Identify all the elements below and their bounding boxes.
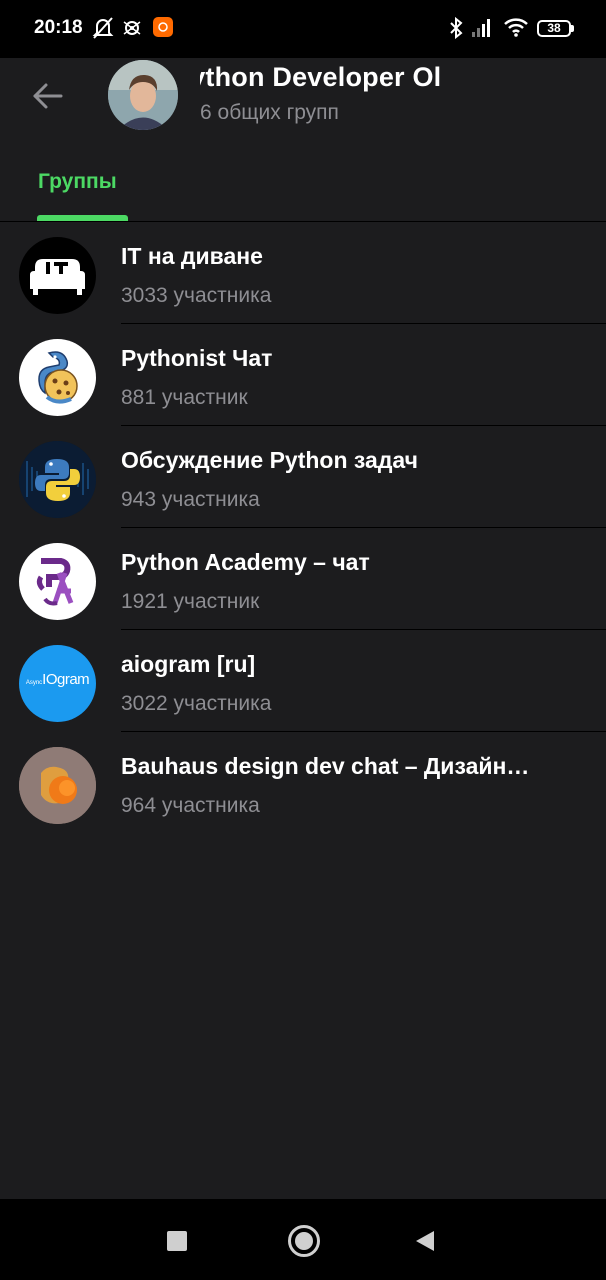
bauhaus-avatar bbox=[19, 747, 96, 824]
status-time: 20:18 bbox=[34, 17, 83, 38]
bluetooth-icon bbox=[450, 16, 463, 40]
group-name: Обсуждение Python задач bbox=[121, 447, 418, 473]
aiogram-logo-small: Async bbox=[25, 680, 43, 686]
group-members: 1921 участник bbox=[121, 590, 260, 613]
group-name: Pythonist Чат bbox=[121, 345, 273, 371]
signal-icon bbox=[472, 19, 490, 37]
aiogram-avatar: AsyncIOgram bbox=[19, 645, 96, 722]
list-item[interactable]: Pythonist Чат 881 участник bbox=[0, 324, 606, 426]
back-triangle-icon[interactable] bbox=[414, 1229, 436, 1253]
recents-button[interactable] bbox=[167, 1231, 187, 1251]
tab-groups[interactable]: Группы bbox=[38, 170, 117, 194]
group-name: aiogram [ru] bbox=[121, 651, 256, 677]
groups-list: IT на диване 3033 участника Pythonist Ча… bbox=[0, 222, 606, 834]
list-item[interactable]: Python Academy – чат 1921 участник bbox=[0, 528, 606, 630]
group-name: Python Academy – чат bbox=[121, 549, 370, 575]
group-members: 3033 участника bbox=[121, 284, 272, 307]
list-item[interactable]: Bauhaus design dev chat – Дизайн… 964 уч… bbox=[0, 732, 606, 834]
battery-tip bbox=[571, 25, 574, 32]
group-members: 943 участника bbox=[121, 488, 260, 511]
profile-title: Python Developer Oleh Kopylov bbox=[200, 62, 442, 92]
sofa-it-avatar bbox=[19, 237, 96, 314]
home-button[interactable] bbox=[288, 1225, 320, 1257]
academy-logo-icon bbox=[36, 558, 74, 606]
sofa-icon bbox=[30, 259, 85, 295]
app-notification-icon bbox=[153, 17, 173, 37]
list-item[interactable]: IT на диване 3033 участника bbox=[0, 222, 606, 324]
group-members: 964 участника bbox=[121, 794, 260, 817]
list-item[interactable]: AsyncIOgram aiogram [ru] 3022 участника bbox=[0, 630, 606, 732]
profile-title-marquee: Python Developer Oleh Kopylov bbox=[200, 62, 442, 98]
aiogram-logo-main: IOgram bbox=[42, 671, 90, 688]
profile-header: Python Developer Oleh Kopylov 6 общих гр… bbox=[0, 58, 606, 222]
profile-photo bbox=[108, 60, 178, 130]
list-item[interactable]: Обсуждение Python задач 943 участника bbox=[0, 426, 606, 528]
python-cookie-icon bbox=[38, 351, 78, 404]
profile-avatar[interactable] bbox=[108, 60, 178, 130]
mute-icon bbox=[92, 17, 114, 39]
back-arrow-icon[interactable] bbox=[28, 76, 68, 116]
group-members: 881 участник bbox=[121, 386, 248, 409]
group-name: IT на диване bbox=[121, 243, 263, 269]
battery-level: 38 bbox=[547, 21, 561, 35]
aiogram-logo: AsyncIOgram bbox=[19, 671, 96, 689]
pythonist-avatar bbox=[19, 339, 96, 416]
battery-icon: 38 bbox=[537, 20, 571, 37]
python-tasks-avatar bbox=[19, 441, 96, 518]
vpn-icon bbox=[123, 21, 141, 35]
navigation-bar bbox=[0, 1199, 606, 1280]
bauhaus-logo-icon bbox=[19, 747, 96, 824]
home-inner-dot bbox=[295, 1232, 313, 1250]
group-members: 3022 участника bbox=[121, 692, 272, 715]
group-name: Bauhaus design dev chat – Дизайн… bbox=[121, 753, 530, 779]
python-academy-avatar bbox=[19, 543, 96, 620]
status-bar: 20:18 38 bbox=[0, 0, 606, 58]
common-groups-count: 6 общих групп bbox=[200, 101, 339, 124]
python-logo-icon bbox=[19, 441, 96, 518]
wifi-icon bbox=[504, 18, 528, 37]
